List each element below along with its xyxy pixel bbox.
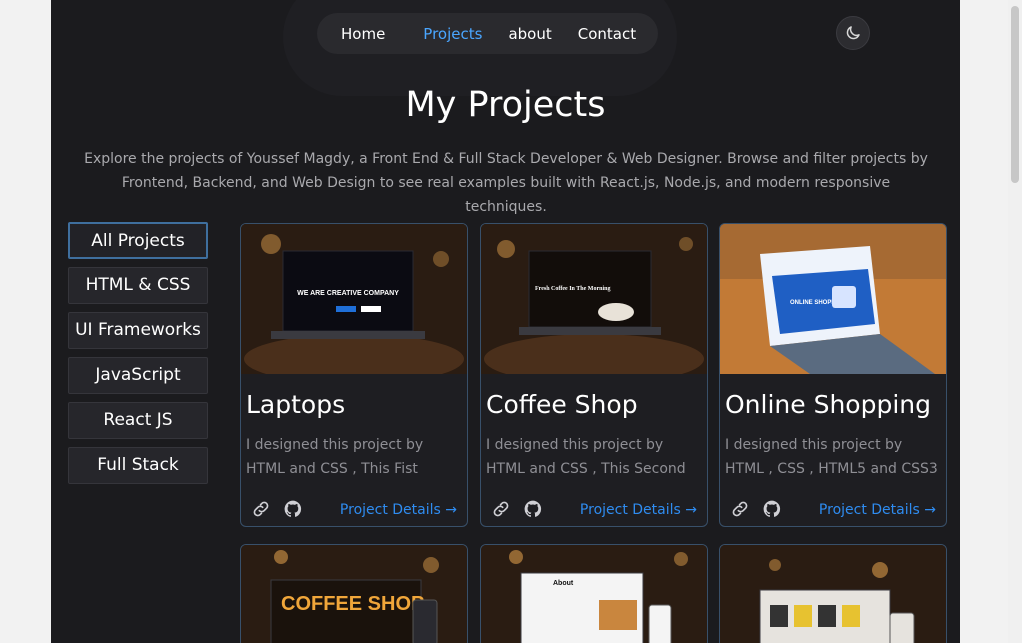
filter-full-stack[interactable]: Full Stack [68, 447, 208, 484]
project-thumbnail[interactable]: WE ARE CREATIVE COMPANY [241, 224, 467, 374]
screen-heading: COFFEE SHOP [281, 593, 424, 615]
project-card-thumbnail[interactable]: About [480, 544, 708, 643]
coffee-mockup-image: Fresh Coffee In The Morning [481, 224, 707, 374]
page-scrollbar[interactable] [1008, 0, 1022, 643]
github-icon[interactable] [762, 499, 782, 519]
project-thumbnail[interactable]: Fresh Coffee In The Morning [481, 224, 707, 374]
screen-heading: Fresh Coffee In The Morning [535, 286, 610, 292]
link-icon[interactable] [491, 499, 511, 519]
filter-javascript[interactable]: JavaScript [68, 357, 208, 394]
shopping-mockup-image: ONLINE SHOPPING [720, 224, 946, 374]
screen-heading: WE ARE CREATIVE COMPANY [297, 290, 399, 297]
project-description: I designed this project by HTML , CSS , … [725, 437, 938, 477]
project-icons [730, 499, 782, 519]
filter-list: All Projects HTML & CSS UI Frameworks Ja… [68, 222, 210, 492]
nav-contact[interactable]: Contact [578, 25, 636, 43]
screen-heading: About [553, 580, 574, 587]
project-icons [251, 499, 303, 519]
project-card: Fresh Coffee In The Morning Coffee Shop … [480, 223, 708, 527]
project-thumbnail[interactable]: ONLINE SHOPPING [720, 224, 946, 374]
laptop-mockup-image: WE ARE CREATIVE COMPANY [241, 224, 467, 374]
moon-icon [846, 26, 860, 40]
project-details-link[interactable]: Project Details → [340, 502, 457, 518]
project-details-link[interactable]: Project Details → [580, 502, 697, 518]
theme-toggle-button[interactable] [836, 16, 870, 50]
project-title: Coffee Shop [486, 390, 638, 419]
project-card: WE ARE CREATIVE COMPANY Laptops I design… [240, 223, 468, 527]
page-title: My Projects [405, 85, 606, 125]
github-icon[interactable] [523, 499, 543, 519]
link-icon[interactable] [730, 499, 750, 519]
main-nav: Home Projects about Contact [317, 13, 658, 54]
page-intro: Explore the projects of Youssef Magdy, a… [84, 151, 928, 215]
nav-projects[interactable]: Projects [423, 25, 482, 43]
github-icon[interactable] [283, 499, 303, 519]
project-title: Online Shopping [725, 390, 931, 419]
about-page-mockup-image: About [481, 545, 707, 643]
filter-all-projects[interactable]: All Projects [68, 222, 208, 259]
project-card-thumbnail[interactable]: COFFEE SHOP [240, 544, 468, 643]
nav-home[interactable]: Home [341, 25, 385, 43]
filter-ui-frameworks[interactable]: UI Frameworks [68, 312, 208, 349]
project-icons [491, 499, 543, 519]
store-mockup-image [720, 545, 946, 643]
project-title: Laptops [246, 390, 346, 419]
nav-about[interactable]: about [508, 25, 551, 43]
project-card: ONLINE SHOPPING Online Shopping I design… [719, 223, 947, 527]
project-details-link[interactable]: Project Details → [819, 502, 936, 518]
page: Home Projects about Contact My Projects … [51, 0, 960, 643]
filter-react-js[interactable]: React JS [68, 402, 208, 439]
project-description: I designed this project by HTML and CSS … [246, 437, 424, 477]
filter-html-css[interactable]: HTML & CSS [68, 267, 208, 304]
coffee-shop-mockup-image: COFFEE SHOP [241, 545, 467, 643]
link-icon[interactable] [251, 499, 271, 519]
project-card-thumbnail[interactable] [719, 544, 947, 643]
scrollbar-thumb[interactable] [1011, 6, 1019, 183]
project-description: I designed this project by HTML and CSS … [486, 437, 686, 477]
